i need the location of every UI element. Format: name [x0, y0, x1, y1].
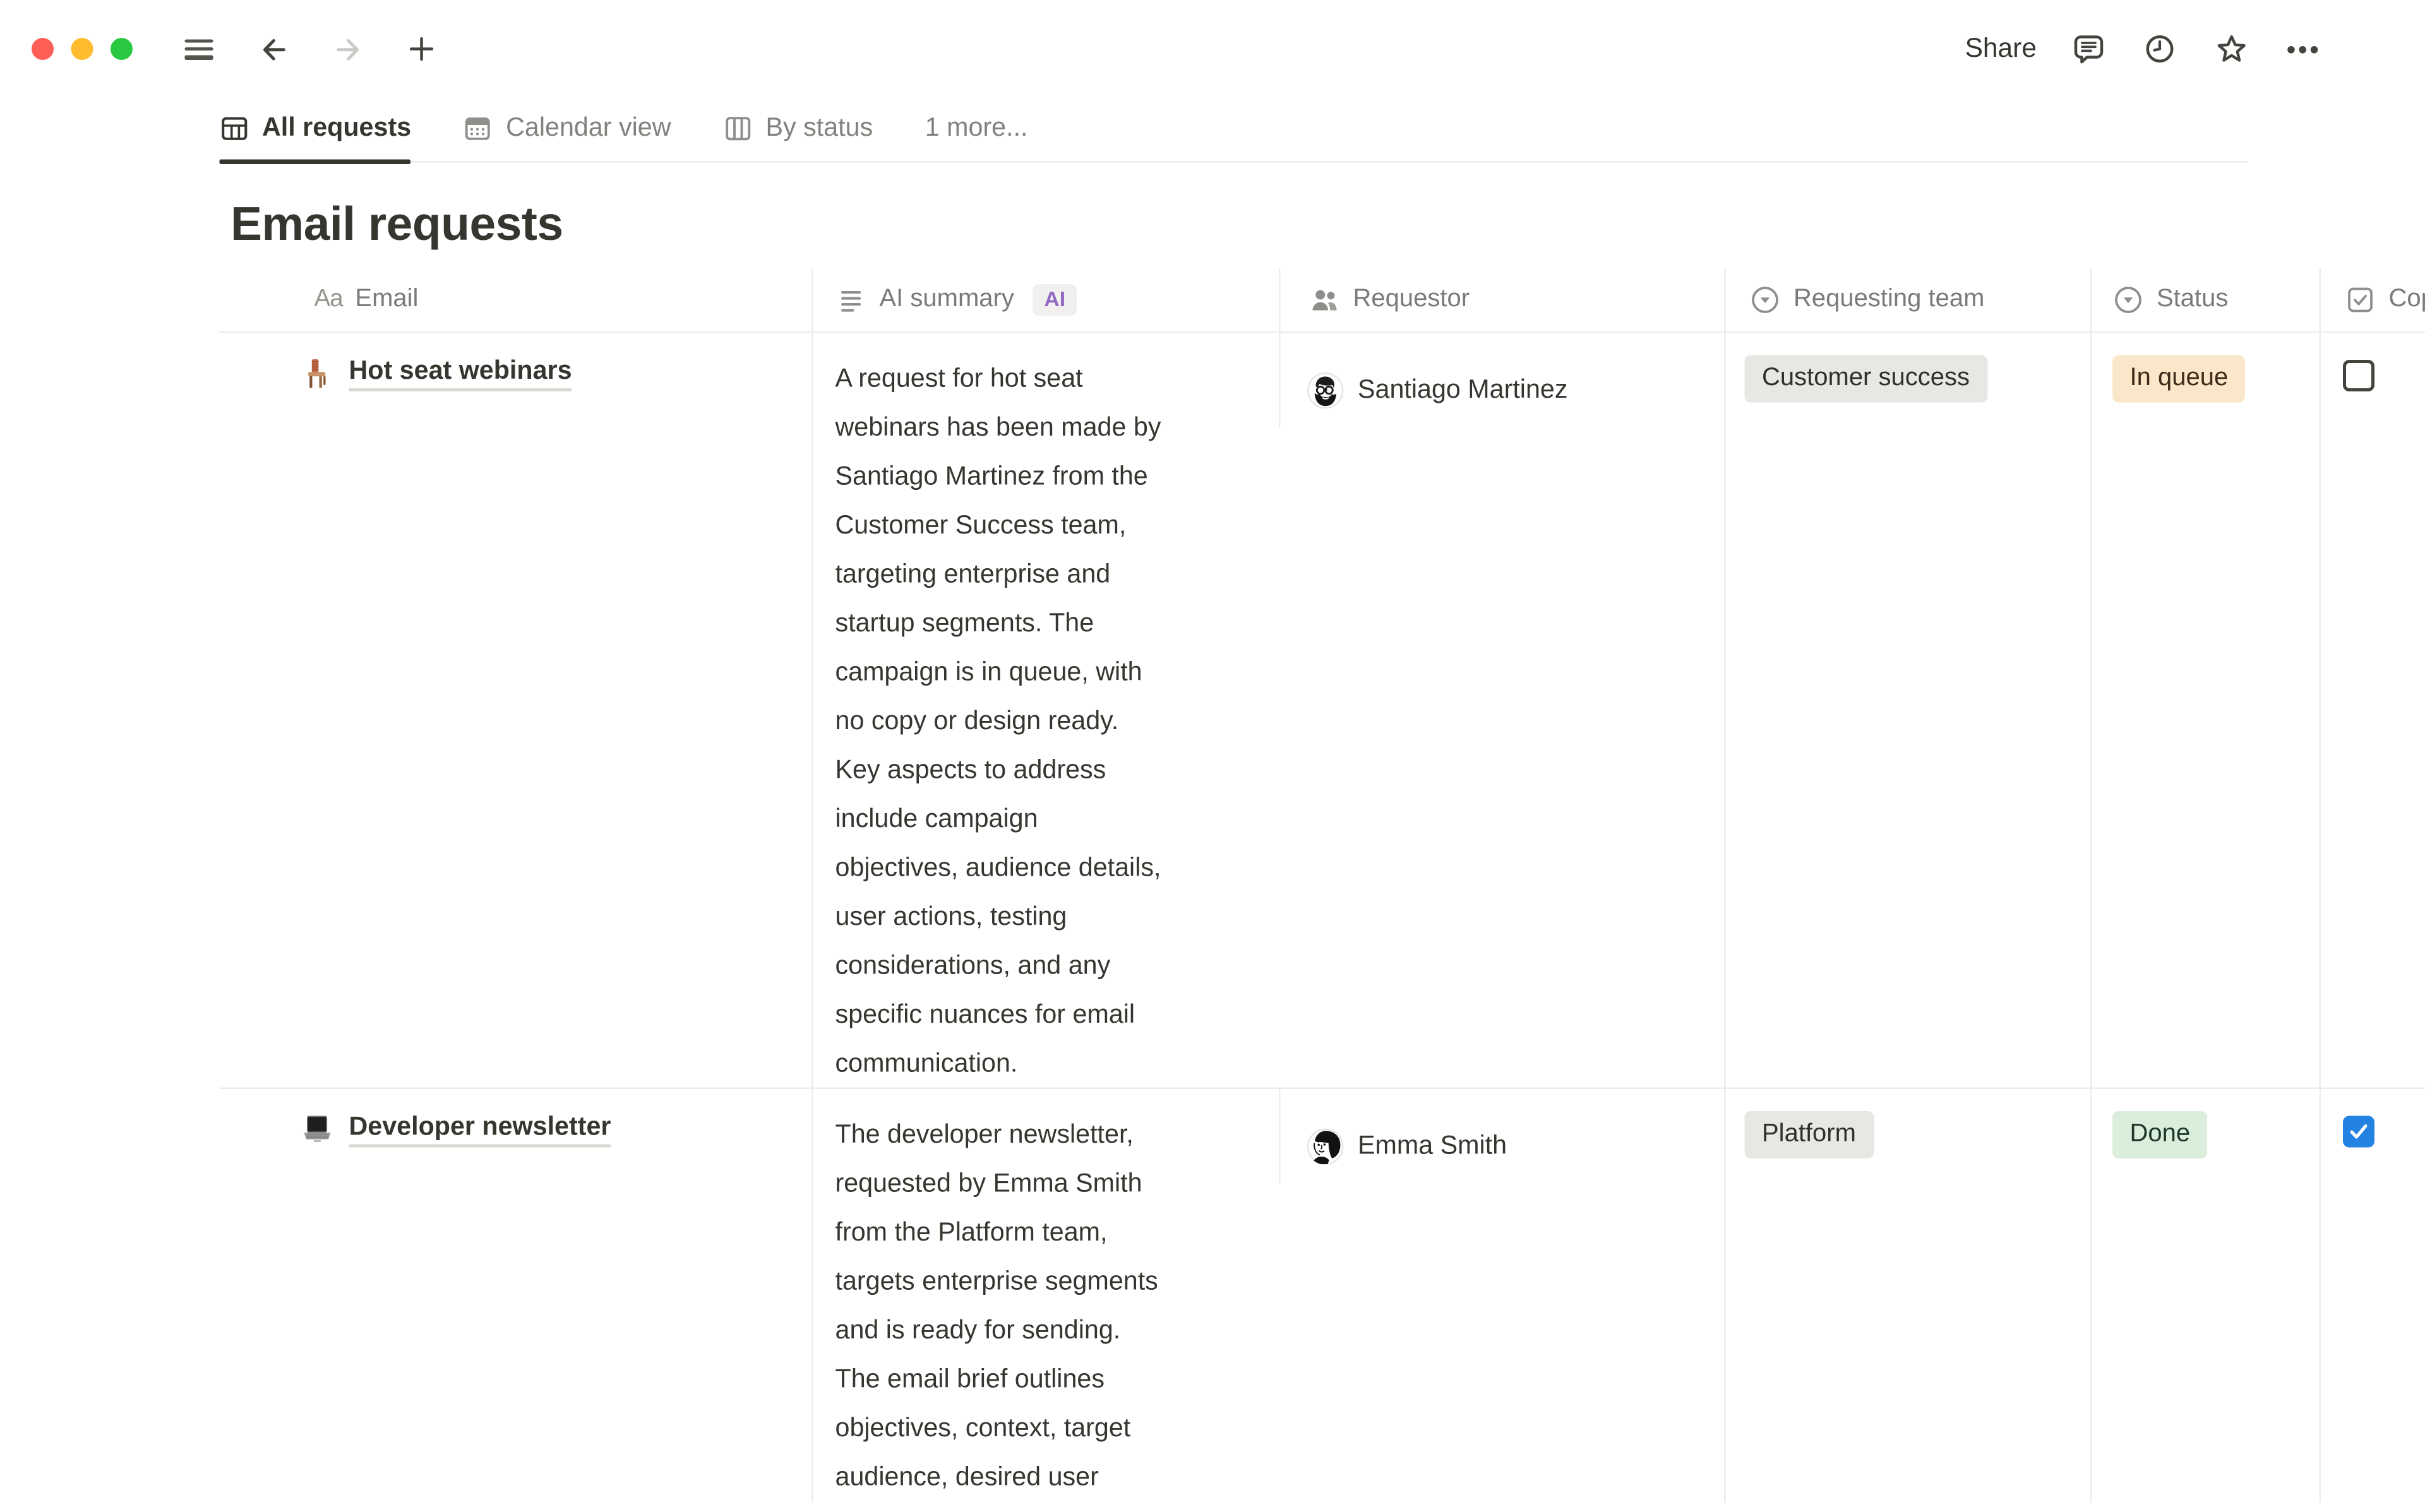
minimize-window-button[interactable]	[71, 38, 93, 60]
column-header-requestor[interactable]: Requestor	[1279, 268, 1724, 331]
ai-summary-cell[interactable]: A request for hot seat webinars has been…	[811, 333, 1279, 1090]
view-tabs-bar: All requests Calendar view By status 1 m…	[220, 98, 2249, 163]
people-icon	[1309, 284, 1341, 316]
close-window-button[interactable]	[32, 38, 54, 60]
requestor-cell[interactable]: Santiago Martinez	[1279, 333, 1724, 428]
column-header-status[interactable]: Status	[2090, 268, 2320, 331]
chair-emoji-icon	[300, 357, 335, 391]
avatar	[1307, 372, 1344, 409]
zoom-window-button[interactable]	[111, 38, 133, 60]
select-chevron-icon	[1749, 284, 1781, 316]
back-arrow-icon[interactable]	[254, 30, 292, 68]
ai-badge: AI	[1033, 283, 1077, 316]
requestor-name: Emma Smith	[1358, 1132, 1507, 1162]
requesting-team-cell[interactable]: Platform	[1724, 1089, 2090, 1503]
copy-checkbox[interactable]	[2343, 1116, 2374, 1148]
forward-arrow-icon[interactable]	[328, 30, 366, 68]
laptop-emoji-icon	[300, 1113, 335, 1148]
email-title-link[interactable]: Developer newsletter	[349, 1113, 611, 1148]
table-view-icon	[220, 114, 250, 144]
favorite-star-icon[interactable]	[2212, 30, 2250, 68]
column-header-email[interactable]: Aa Email	[220, 268, 812, 331]
status-cell[interactable]: Done	[2090, 1089, 2320, 1503]
hamburger-menu-icon[interactable]	[180, 30, 218, 68]
team-tag: Customer success	[1745, 355, 1987, 403]
updates-clock-icon[interactable]	[2141, 30, 2179, 68]
calendar-view-icon	[464, 114, 494, 144]
tab-all-requests[interactable]: All requests	[220, 114, 412, 161]
select-chevron-icon	[2112, 284, 2144, 316]
column-header-requesting-team[interactable]: Requesting team	[1724, 268, 2090, 331]
app-window: Share All requests C	[0, 0, 2425, 1512]
requesting-team-cell[interactable]: Customer success	[1724, 333, 2090, 1090]
column-header-ai-summary[interactable]: AI summary AI	[811, 268, 1279, 331]
team-tag: Platform	[1745, 1111, 1874, 1158]
board-view-icon	[723, 114, 753, 144]
copy-checkbox[interactable]	[2343, 360, 2374, 391]
copy-cell	[2320, 333, 2425, 1090]
new-tab-plus-icon[interactable]	[403, 30, 441, 68]
table-header-row: Aa Email AI summary AI Requestor	[220, 268, 2425, 333]
email-title-link[interactable]: Hot seat webinars	[349, 357, 572, 391]
ai-summary-cell[interactable]: The developer newsletter, requested by E…	[811, 1089, 1279, 1503]
status-tag: Done	[2112, 1111, 2208, 1158]
email-requests-table: Aa Email AI summary AI Requestor	[0, 268, 2425, 1477]
email-cell[interactable]: Hot seat webinars	[220, 333, 812, 1090]
column-header-copy[interactable]: Copy	[2320, 268, 2425, 331]
more-ellipsis-icon[interactable]	[2283, 30, 2321, 68]
avatar	[1307, 1129, 1344, 1165]
table-row: Developer newsletter The developer newsl…	[220, 1089, 2425, 1477]
table-row: Hot seat webinars A request for hot seat…	[220, 333, 2425, 1090]
requestor-name: Santiago Martinez	[1358, 376, 1568, 406]
share-button[interactable]: Share	[1965, 33, 2037, 65]
status-tag: In queue	[2112, 355, 2246, 403]
page-title: Email requests	[231, 199, 2425, 251]
text-lines-icon	[837, 285, 867, 315]
checkbox-icon	[2345, 284, 2376, 316]
requestor-cell[interactable]: Emma Smith	[1279, 1089, 1724, 1184]
window-toolbar: Share	[0, 0, 2425, 98]
traffic-lights	[32, 38, 133, 60]
tab-calendar-view[interactable]: Calendar view	[464, 114, 671, 161]
tab-by-status[interactable]: By status	[723, 114, 873, 161]
comments-icon[interactable]	[2070, 30, 2108, 68]
status-cell[interactable]: In queue	[2090, 333, 2320, 1090]
copy-cell	[2320, 1089, 2425, 1503]
email-cell[interactable]: Developer newsletter	[220, 1089, 812, 1503]
text-type-icon: Aa	[314, 286, 343, 314]
tabs-more-button[interactable]: 1 more...	[925, 114, 1028, 161]
